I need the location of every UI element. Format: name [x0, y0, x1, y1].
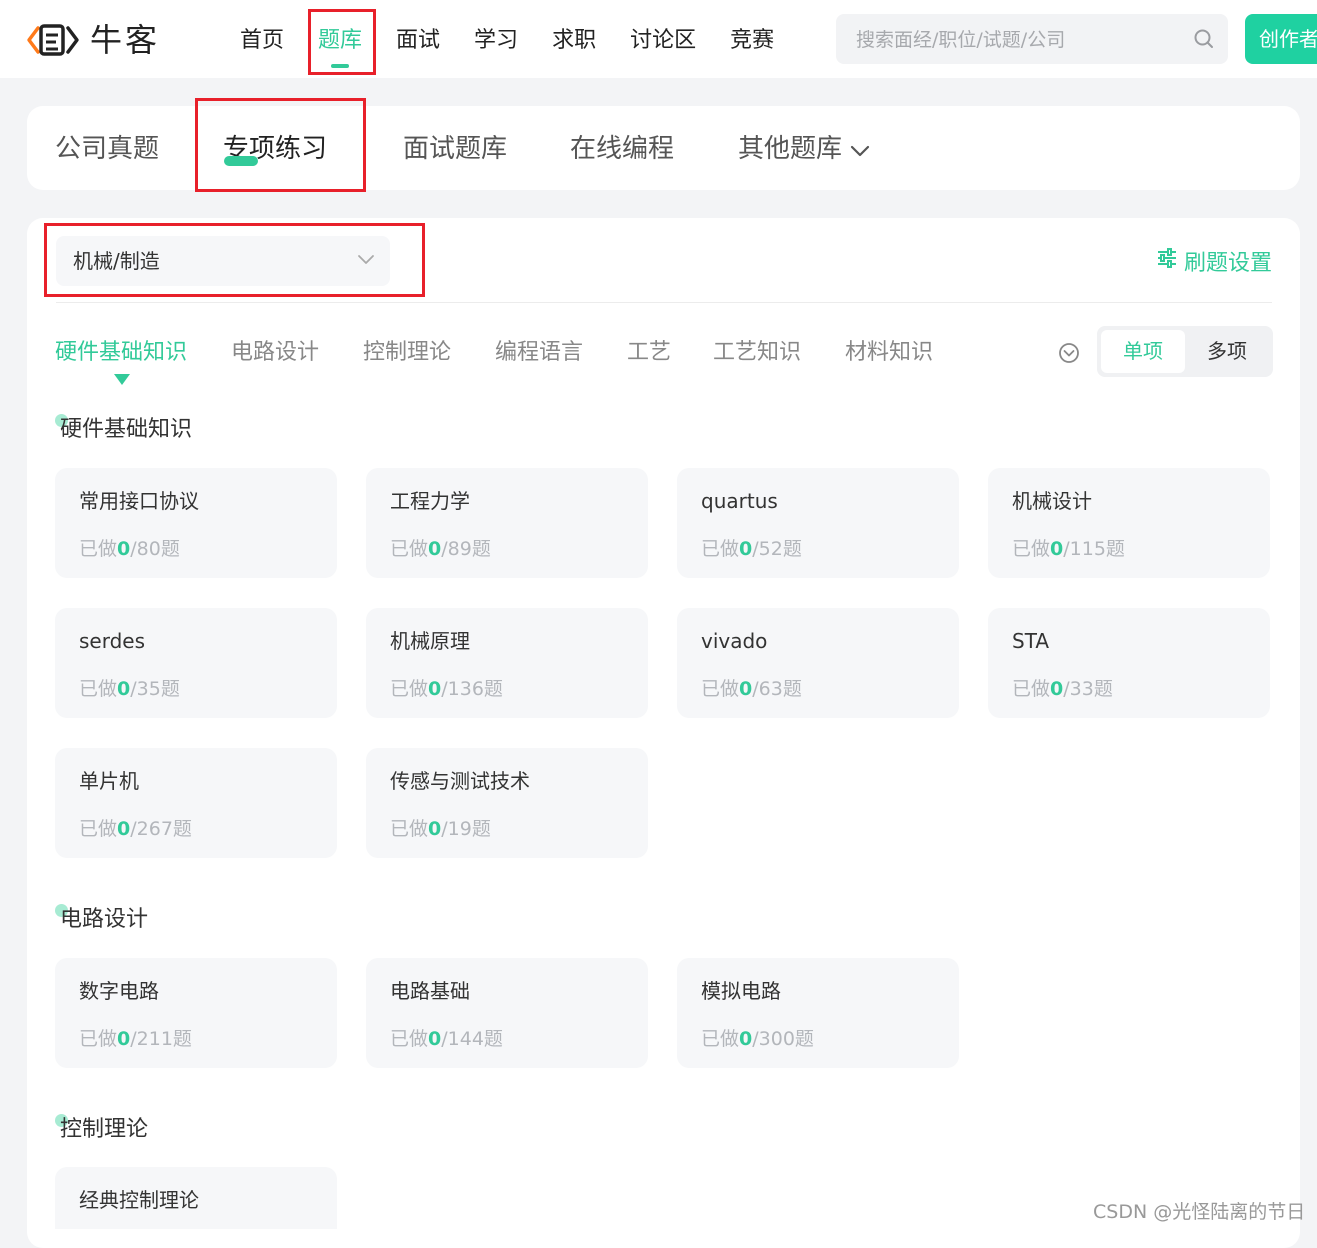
nav-question-bank[interactable]: 题库	[318, 22, 362, 68]
mode-toggle: 单项 多项	[1097, 326, 1273, 377]
topic-name: quartus	[701, 489, 778, 513]
topic-progress: 已做0/52题	[701, 538, 802, 560]
mode-multi-button[interactable]: 多项	[1185, 330, 1269, 373]
divider	[56, 302, 1272, 303]
field-select[interactable]: 机械/制造	[56, 236, 390, 286]
topic-card[interactable]: 模拟电路 已做0/300题	[677, 958, 959, 1068]
category-tab-circuit[interactable]: 电路设计	[231, 338, 319, 368]
topic-name: 经典控制理论	[79, 1188, 199, 1212]
topic-progress: 已做0/211题	[79, 1028, 192, 1050]
active-tab-indicator	[224, 156, 258, 166]
topic-name: 模拟电路	[701, 979, 781, 1003]
search-input[interactable]	[854, 14, 1178, 66]
topic-progress: 已做0/267题	[79, 818, 192, 840]
nav-learn[interactable]: 学习	[474, 22, 518, 62]
topic-name: vivado	[701, 629, 768, 653]
tab-online-coding[interactable]: 在线编程	[570, 132, 674, 166]
topic-progress: 已做0/144题	[390, 1028, 503, 1050]
expand-circle-icon[interactable]	[1058, 342, 1080, 368]
category-tab-craft[interactable]: 工艺	[627, 338, 671, 368]
topic-progress: 已做0/63题	[701, 678, 802, 700]
topic-name: serdes	[79, 629, 146, 653]
topic-card[interactable]: 常用接口协议 已做0/80题	[55, 468, 337, 578]
field-select-value: 机械/制造	[73, 249, 160, 273]
top-bar: 牛客 首页 题库 面试 学习 求职 讨论区 竞赛 创作者	[0, 0, 1317, 78]
logo[interactable]: 牛客	[26, 20, 160, 60]
tab-interview-bank[interactable]: 面试题库	[403, 132, 507, 166]
topic-progress: 已做0/89题	[390, 538, 491, 560]
category-tab-programming[interactable]: 编程语言	[495, 338, 583, 368]
section-title-control: 控制理论	[60, 1117, 149, 1142]
topic-card[interactable]: 传感与测试技术 已做0/19题	[366, 748, 648, 858]
topic-card[interactable]: vivado 已做0/63题	[677, 608, 959, 718]
nav-jobs[interactable]: 求职	[552, 22, 596, 62]
topic-progress: 已做0/35题	[79, 678, 180, 700]
practice-settings-label: 刷题设置	[1184, 251, 1273, 276]
topic-progress: 已做0/136题	[390, 678, 503, 700]
category-tab-hardware[interactable]: 硬件基础知识	[55, 338, 187, 368]
active-category-indicator	[114, 374, 130, 385]
topic-progress: 已做0/19题	[390, 818, 491, 840]
section-title-hardware: 硬件基础知识	[60, 417, 193, 442]
nav-interview[interactable]: 面试	[396, 22, 440, 62]
section-title-circuit: 电路设计	[60, 907, 149, 932]
topic-card[interactable]: quartus 已做0/52题	[677, 468, 959, 578]
topic-name: 电路基础	[390, 979, 470, 1003]
topic-name: 数字电路	[79, 979, 159, 1003]
search-icon[interactable]	[1192, 27, 1216, 51]
category-tab-control[interactable]: 控制理论	[363, 338, 451, 368]
topic-name: 机械设计	[1012, 489, 1092, 513]
topic-name: STA	[1012, 629, 1050, 653]
topic-name: 传感与测试技术	[390, 769, 530, 793]
topic-name: 单片机	[79, 769, 139, 793]
category-tab-craft-knowledge[interactable]: 工艺知识	[713, 338, 801, 368]
nav-discussion[interactable]: 讨论区	[630, 22, 696, 62]
topic-card[interactable]: 单片机 已做0/267题	[55, 748, 337, 858]
topic-progress: 已做0/300题	[701, 1028, 814, 1050]
category-tab-materials[interactable]: 材料知识	[845, 338, 933, 368]
topic-name: 工程力学	[390, 489, 470, 513]
topic-progress: 已做0/115题	[1012, 538, 1125, 560]
sliders-icon	[1156, 247, 1184, 275]
topic-card[interactable]: 数字电路 已做0/211题	[55, 958, 337, 1068]
topic-card[interactable]: 机械原理 已做0/136题	[366, 608, 648, 718]
main-nav: 首页 题库 面试 学习 求职 讨论区 竞赛	[240, 22, 808, 68]
nav-contest[interactable]: 竞赛	[730, 22, 774, 62]
watermark: CSDN @光怪陆离的节日	[1093, 1201, 1306, 1223]
topic-card[interactable]: 工程力学 已做0/89题	[366, 468, 648, 578]
topic-card[interactable]: serdes 已做0/35题	[55, 608, 337, 718]
chevron-down-icon	[356, 252, 376, 271]
search-box	[836, 14, 1228, 66]
tab-other-banks-label: 其他题库	[738, 134, 843, 164]
topic-name: 机械原理	[390, 629, 470, 653]
topic-progress: 已做0/80题	[79, 538, 180, 560]
topic-card[interactable]: 经典控制理论	[55, 1167, 337, 1229]
nav-home[interactable]: 首页	[240, 22, 284, 62]
tab-company-questions[interactable]: 公司真题	[55, 132, 159, 166]
chevron-down-icon	[850, 133, 870, 167]
topic-card[interactable]: 机械设计 已做0/115题	[988, 468, 1270, 578]
tab-other-banks[interactable]: 其他题库	[738, 132, 870, 167]
logo-text: 牛客	[90, 21, 161, 59]
topic-card[interactable]: 电路基础 已做0/144题	[366, 958, 648, 1068]
mode-single-button[interactable]: 单项	[1101, 330, 1185, 373]
topic-name: 常用接口协议	[79, 489, 199, 513]
practice-settings-button[interactable]: 刷题设置	[1156, 246, 1272, 276]
creator-button[interactable]: 创作者	[1245, 14, 1317, 64]
topic-card[interactable]: STA 已做0/33题	[988, 608, 1270, 718]
topic-progress: 已做0/33题	[1012, 678, 1113, 700]
logo-icon	[26, 20, 80, 60]
